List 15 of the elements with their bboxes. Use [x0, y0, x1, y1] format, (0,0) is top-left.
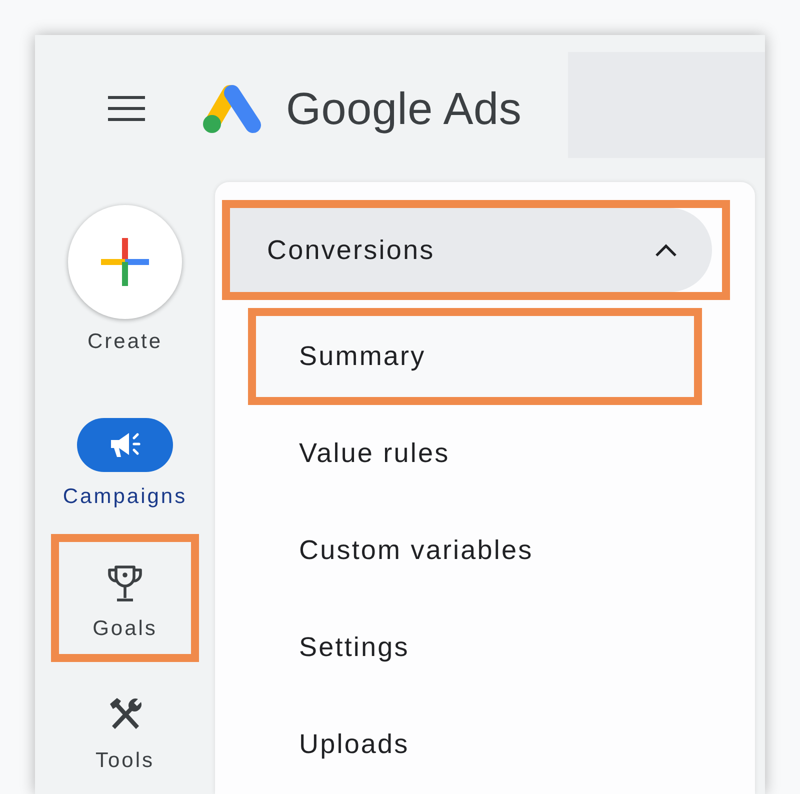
caret-up-icon [655, 243, 677, 257]
menu-icon[interactable] [108, 96, 145, 121]
nav-item[interactable]: Goals [51, 534, 199, 662]
menu-item[interactable]: Custom variables [248, 502, 702, 599]
menu-item[interactable]: Settings [248, 599, 702, 696]
menu-item[interactable]: Summary [248, 308, 702, 405]
menu-item[interactable]: Value rules [248, 405, 702, 502]
plus-icon [101, 238, 149, 286]
nav-item[interactable]: Tools [51, 666, 199, 794]
create-label: Create [87, 331, 163, 353]
logo-icon [200, 84, 262, 134]
app-title: Google Ads [286, 82, 522, 136]
menu-section-header[interactable]: Conversions [230, 208, 712, 292]
menu-item[interactable]: Uploads [248, 696, 702, 793]
nav-item[interactable]: Campaigns [51, 388, 199, 530]
